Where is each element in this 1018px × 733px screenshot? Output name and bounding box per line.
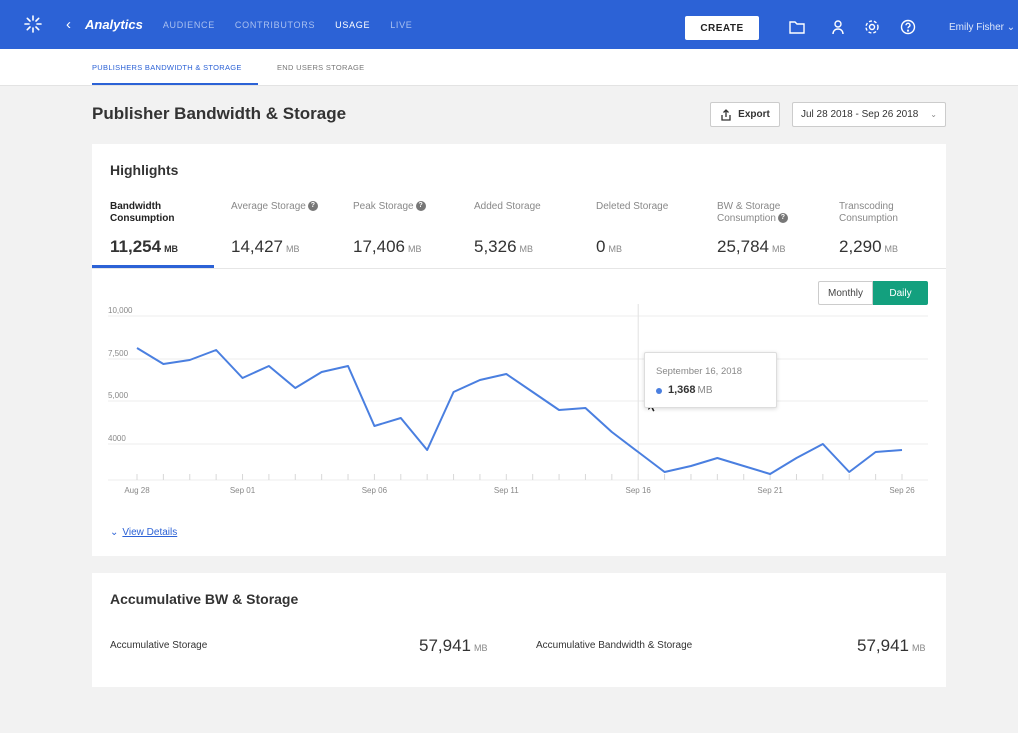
person-icon[interactable] (830, 19, 848, 37)
help-icon[interactable]: ? (415, 201, 426, 212)
export-button[interactable]: Export (710, 102, 780, 127)
logo-icon[interactable] (22, 14, 44, 36)
accumulative-storage-value: 57,941 MB (419, 636, 488, 656)
stat-label: Bandwidth Consumption (110, 201, 175, 224)
highlights-card: Highlights Bandwidth Consumption 11,254 M… (92, 144, 946, 556)
chevron-down-icon: ⌄ (930, 110, 937, 119)
x-tick-label: Sep 06 (362, 486, 388, 495)
series-line (136, 347, 903, 475)
stat-added-storage[interactable]: Added Storage 5,326 MB (474, 201, 584, 257)
stat-value: 25,784 (717, 237, 769, 256)
view-details-label: View Details (122, 527, 178, 538)
active-tab-indicator (92, 83, 258, 85)
value: 57,941 (857, 636, 909, 655)
export-label: Export (738, 109, 770, 120)
main-nav: AUDIENCE CONTRIBUTORS USAGE LIVE (163, 20, 433, 30)
stat-unit: MB (772, 244, 786, 254)
accumulative-bw-storage-label: Accumulative Bandwidth & Storage (536, 640, 693, 651)
unit: MB (474, 643, 488, 653)
value: 57,941 (419, 636, 471, 655)
y-tick-label: 5,000 (108, 391, 129, 400)
accumulative-bw-storage-value: 57,941 MB (857, 636, 926, 656)
y-tick-label: 7,500 (108, 349, 129, 358)
accumulative-storage-label: Accumulative Storage (110, 640, 208, 651)
chart-tooltip: September 16, 2018 1,368 MB (644, 352, 777, 408)
x-tick-label: Sep 26 (889, 486, 915, 495)
app-title: Analytics (85, 17, 143, 32)
x-tick-label: Sep 16 (626, 486, 652, 495)
stat-label: Peak Storage (353, 201, 414, 212)
stat-label: Average Storage (231, 201, 306, 212)
accumulative-title: Accumulative BW & Storage (110, 591, 299, 607)
gear-icon[interactable] (864, 19, 882, 37)
stat-value: 17,406 (353, 237, 405, 256)
daily-button[interactable]: Daily (873, 281, 928, 305)
stat-bw-storage-consumption[interactable]: BW & Storage Consumption? 25,784 MB (717, 201, 807, 257)
sub-tabs: PUBLISHERS BANDWIDTH & STORAGE END USERS… (0, 49, 1018, 86)
tab-end-users-storage[interactable]: END USERS STORAGE (277, 63, 364, 72)
create-button[interactable]: CREATE (685, 16, 759, 40)
help-icon[interactable]: ? (307, 201, 318, 212)
chevron-down-icon: ⌄ (1006, 22, 1016, 33)
stat-unit: MB (164, 244, 179, 254)
user-name: Emily Fisher (949, 22, 1005, 33)
nav-usage[interactable]: USAGE (335, 20, 370, 30)
granularity-toggle: Monthly Daily (818, 281, 928, 305)
stat-value: 11,254 (110, 237, 162, 256)
chevron-down-icon: ⌄ (110, 527, 119, 538)
nav-contributors[interactable]: CONTRIBUTORS (235, 20, 315, 30)
stat-label: BW & Storage Consumption (717, 201, 781, 224)
date-range-select[interactable]: Jul 28 2018 - Sep 26 2018 ⌄ (792, 102, 946, 127)
stat-transcoding-consumption[interactable]: Transcoding Consumption 2,290 MB (839, 201, 919, 257)
tab-publishers-bandwidth-storage[interactable]: PUBLISHERS BANDWIDTH & STORAGE (92, 63, 242, 72)
nav-audience[interactable]: AUDIENCE (163, 20, 215, 30)
stat-unit: MB (519, 244, 534, 254)
user-menu[interactable]: Emily Fisher ⌄ (949, 22, 1015, 33)
x-tick-label: Sep 21 (757, 486, 783, 495)
tooltip-unit: MB (697, 385, 713, 396)
stat-value: 5,326 (474, 237, 517, 256)
stat-deleted-storage[interactable]: Deleted Storage 0 MB (596, 201, 706, 257)
y-tick-label: 4000 (108, 434, 126, 443)
help-icon[interactable] (900, 19, 918, 37)
stat-unit: MB (408, 244, 422, 254)
highlights-title: Highlights (110, 162, 179, 178)
x-tick-label: Sep 11 (494, 486, 519, 495)
y-tick-label: 10,000 (108, 306, 133, 315)
stat-value: 2,290 (839, 237, 882, 256)
stat-bandwidth-consumption[interactable]: Bandwidth Consumption 11,254 MB (110, 201, 220, 257)
top-bar: ‹ Analytics AUDIENCE CONTRIBUTORS USAGE … (0, 0, 1018, 49)
stat-unit: MB (286, 244, 300, 254)
stat-unit: MB (884, 244, 899, 254)
stat-unit: MB (608, 244, 622, 254)
tooltip-date: September 16, 2018 (656, 366, 743, 377)
accumulative-card: Accumulative BW & Storage Accumulative S… (92, 573, 946, 687)
tooltip-value: 1,368 (668, 384, 696, 396)
series-dot (656, 388, 662, 394)
monthly-button[interactable]: Monthly (818, 281, 873, 305)
stat-value: 14,427 (231, 237, 283, 256)
stat-peak-storage[interactable]: Peak Storage? 17,406 MB (353, 201, 463, 257)
stat-label: Added Storage (474, 201, 541, 212)
page-title: Publisher Bandwidth & Storage (92, 104, 347, 123)
nav-live[interactable]: LIVE (390, 20, 412, 30)
x-tick-label: Aug 28 (124, 486, 150, 495)
export-icon (721, 108, 731, 121)
stat-label: Deleted Storage (596, 201, 669, 212)
folder-icon[interactable] (788, 19, 806, 37)
stat-value: 0 (596, 237, 606, 256)
stat-average-storage[interactable]: Average Storage? 14,427 MB (231, 201, 341, 257)
help-icon[interactable]: ? (777, 213, 788, 224)
view-details-link[interactable]: ⌄ View Details (110, 527, 177, 538)
date-range-value: Jul 28 2018 - Sep 26 2018 (801, 109, 919, 120)
x-tick-label: Sep 01 (230, 486, 256, 495)
divider (92, 268, 946, 269)
stat-label: Transcoding Consumption (839, 201, 898, 224)
unit: MB (912, 643, 926, 653)
back-chevron-icon[interactable]: ‹ (66, 16, 71, 33)
bandwidth-line-chart[interactable]: 10,000 7,500 5,000 4000 Aug 28 Sep 01 Sep 06 Se… (92, 304, 946, 514)
